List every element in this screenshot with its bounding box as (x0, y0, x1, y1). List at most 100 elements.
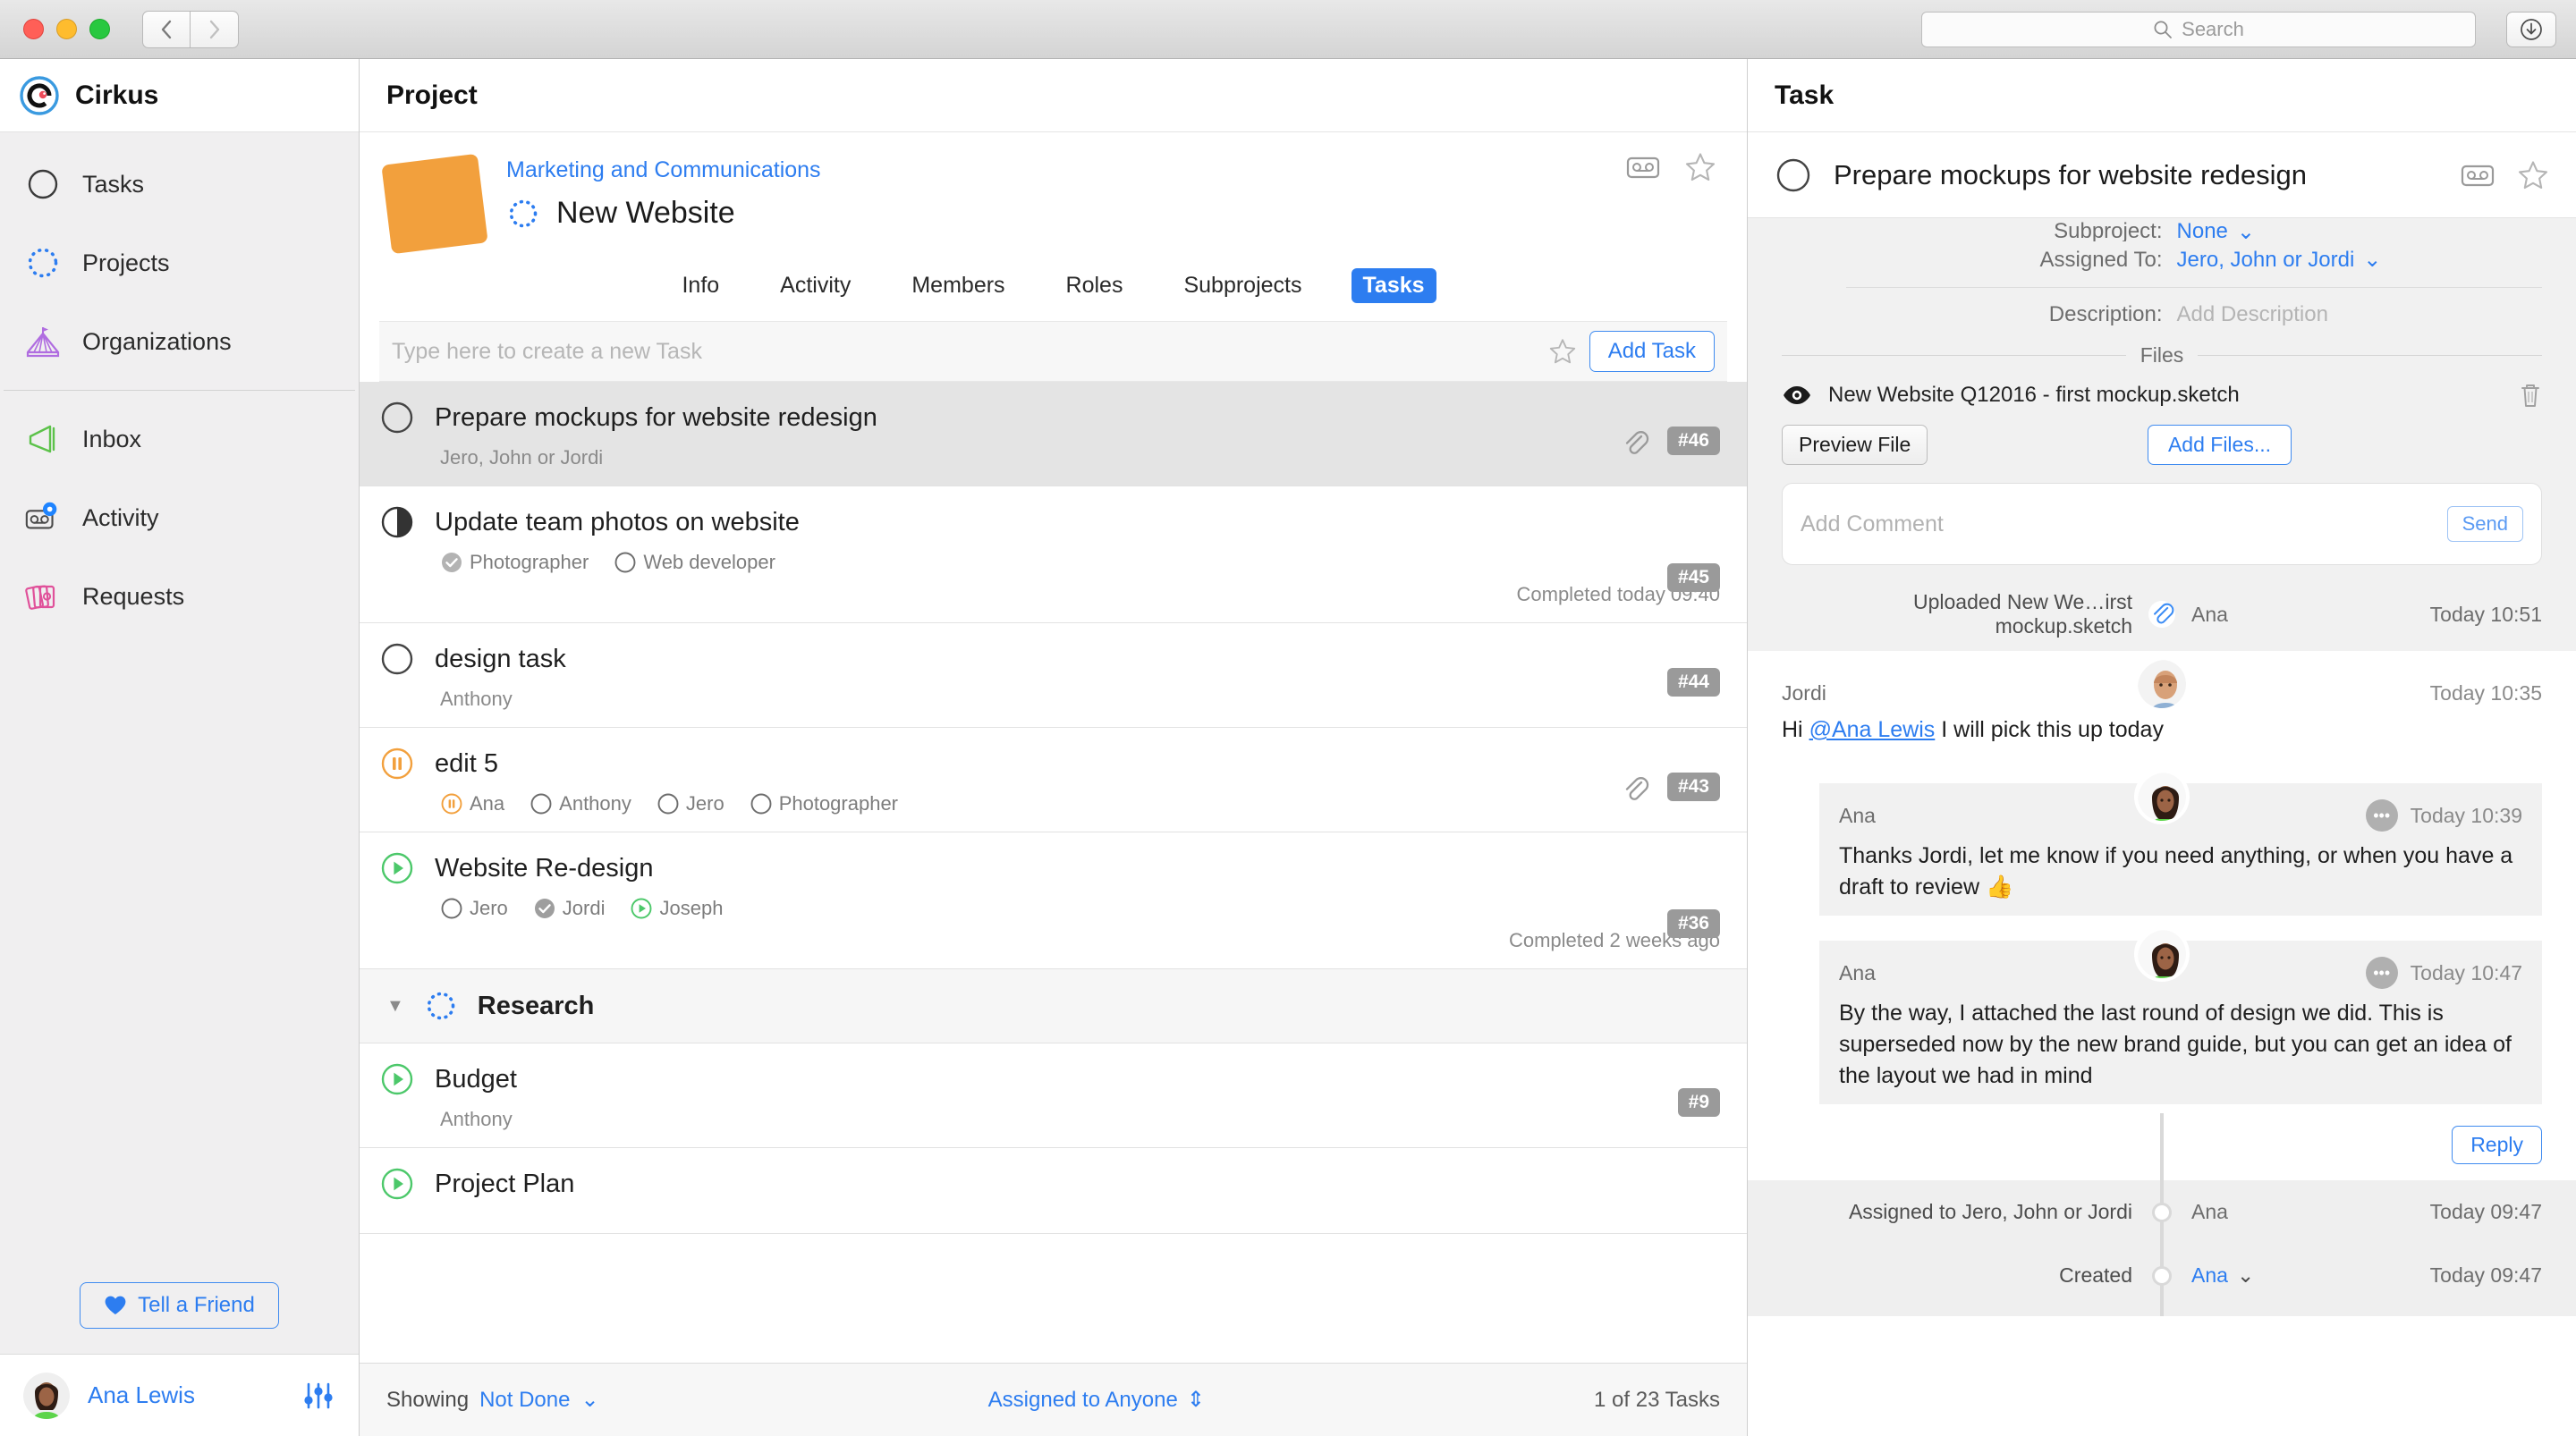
add-task-button[interactable]: Add Task (1589, 331, 1715, 372)
tab-activity[interactable]: Activity (768, 268, 862, 303)
more-options-icon[interactable]: ••• (2365, 799, 2398, 832)
task-main: Website Re-design (379, 850, 1720, 886)
table-row[interactable]: Budget Anthony #9 (360, 1043, 1747, 1148)
project-header-icons (1625, 152, 1716, 182)
reply-button[interactable]: Reply (2452, 1126, 2542, 1164)
role-chip[interactable]: Anthony (530, 792, 631, 815)
heart-icon (104, 1295, 127, 1316)
field-value-text: None (2176, 222, 2228, 241)
add-comment-box[interactable]: Add Comment Send (1782, 483, 2542, 565)
task-status-open-icon[interactable] (379, 641, 415, 677)
tab-subprojects[interactable]: Subprojects (1172, 268, 1313, 303)
file-row[interactable]: New Website Q12016 - first mockup.sketch (1748, 373, 2576, 418)
chevron-down-icon[interactable]: ⌄ (580, 1387, 598, 1413)
role-chip[interactable]: Ana (440, 792, 504, 815)
task-status-open-icon[interactable] (1775, 156, 1812, 194)
paperclip-icon (2147, 601, 2177, 628)
forward-button[interactable] (191, 10, 239, 48)
settings-sliders-icon[interactable] (301, 1381, 335, 1411)
minimize-window-button[interactable] (56, 19, 77, 39)
role-chip[interactable]: Photographer (440, 551, 589, 574)
table-row[interactable]: edit 5 Ana Anthony Jero Photographer #43 (360, 728, 1747, 832)
star-icon[interactable] (2517, 160, 2549, 190)
role-label: Jero (685, 792, 724, 815)
chevron-down-icon[interactable]: ⌄ (2363, 247, 2381, 273)
field-subproject[interactable]: Subproject: None ⌄ (1748, 222, 2576, 241)
table-row[interactable]: Prepare mockups for website redesign Jer… (360, 382, 1747, 486)
preview-file-button[interactable]: Preview File (1782, 425, 1928, 465)
tab-info[interactable]: Info (670, 268, 731, 303)
role-chip[interactable]: Jero (657, 792, 724, 815)
event-author-link[interactable]: Ana ⌄ (2191, 1263, 2254, 1288)
role-chip[interactable]: Joseph (630, 897, 723, 920)
sort-updown-icon[interactable]: ⇕ (1187, 1387, 1205, 1413)
sidebar-item-activity[interactable]: Activity (0, 478, 359, 557)
sidebar-item-inbox[interactable]: Inbox (0, 400, 359, 478)
activity-icon[interactable] (2460, 162, 2496, 189)
task-status-open-icon[interactable] (379, 400, 415, 435)
chevron-down-icon[interactable]: ▼ (386, 996, 404, 1017)
sidebar-item-label: Requests (82, 582, 185, 610)
file-name: New Website Q12016 - first mockup.sketch (1828, 383, 2240, 407)
tab-roles[interactable]: Roles (1055, 268, 1135, 303)
trash-icon[interactable] (2519, 382, 2542, 409)
task-status-running-icon[interactable] (379, 850, 415, 886)
send-comment-button[interactable]: Send (2446, 506, 2523, 542)
task-status-running-icon[interactable] (379, 1061, 415, 1097)
task-group-header[interactable]: ▼ Research (360, 969, 1747, 1043)
task-status-half-icon[interactable] (379, 504, 415, 540)
task-status-paused-icon[interactable] (379, 746, 415, 781)
role-chip[interactable]: Jero (440, 897, 508, 920)
assignee-filter-group[interactable]: Assigned to Anyone ⇕ (599, 1387, 1594, 1413)
mention-link[interactable]: @Ana Lewis (1809, 717, 1936, 742)
field-value[interactable]: Jero, John or Jordi ⌄ (2177, 247, 2382, 273)
task-status-running-icon[interactable] (379, 1166, 415, 1202)
tab-members[interactable]: Members (900, 268, 1016, 303)
activity-icon[interactable] (1625, 154, 1661, 181)
role-label: Jordi (562, 897, 606, 919)
task-detail-scroll[interactable]: Subproject: None ⌄ Assigned To: Jero, Jo… (1748, 218, 2576, 1436)
star-icon[interactable] (1548, 338, 1577, 365)
sidebar-item-projects[interactable]: Projects (0, 224, 359, 302)
comment-input[interactable]: Add Comment (1801, 511, 2435, 537)
table-row[interactable]: Website Re-design Jero Jordi Joseph #36 … (360, 832, 1747, 969)
chevron-down-icon[interactable]: ⌄ (2237, 222, 2255, 241)
search-icon (2153, 20, 2173, 39)
eye-icon[interactable] (1782, 384, 1812, 406)
field-value[interactable]: None ⌄ (2177, 222, 2255, 241)
maximize-window-button[interactable] (89, 19, 110, 39)
more-options-icon[interactable]: ••• (2365, 957, 2398, 989)
project-title-row: New Website (506, 196, 821, 231)
project-org-link[interactable]: Marketing and Communications (506, 157, 821, 183)
sidebar-item-tasks[interactable]: Tasks (0, 145, 359, 224)
field-value-text[interactable]: Add Description (2177, 302, 2328, 327)
task-completed-text: Completed 2 weeks ago (1508, 929, 1720, 951)
role-label: Photographer (778, 792, 899, 815)
add-files-button[interactable]: Add Files... (2147, 425, 2292, 465)
star-icon[interactable] (1684, 152, 1716, 182)
tell-a-friend-wrap: Tell a Friend (0, 1282, 359, 1354)
new-task-input[interactable]: Type here to create a new Task (392, 339, 1536, 365)
assignee-filter-value[interactable]: Assigned to Anyone (988, 1388, 1178, 1413)
cards-icon (23, 579, 63, 613)
sidebar: Cirkus Tasks Projects Organizations Inbo… (0, 59, 360, 1436)
sidebar-item-organizations[interactable]: Organizations (0, 302, 359, 381)
sidebar-item-requests[interactable]: Requests (0, 557, 359, 636)
tell-a-friend-button[interactable]: Tell a Friend (80, 1282, 279, 1329)
role-chip[interactable]: Jordi (533, 897, 606, 920)
search-input[interactable]: Search (1921, 12, 2476, 47)
back-button[interactable] (142, 10, 191, 48)
tab-tasks[interactable]: Tasks (1351, 268, 1436, 303)
chevron-down-icon[interactable]: ⌄ (2237, 1263, 2254, 1288)
table-row[interactable]: Project Plan (360, 1148, 1747, 1234)
sidebar-user-bar[interactable]: Ana Lewis (0, 1354, 359, 1436)
field-description[interactable]: Description: Add Description (1748, 297, 2576, 333)
downloads-button[interactable] (2506, 12, 2556, 47)
close-window-button[interactable] (23, 19, 44, 39)
role-chip[interactable]: Photographer (750, 792, 898, 815)
table-row[interactable]: design task Anthony #44 (360, 623, 1747, 728)
table-row[interactable]: Update team photos on website Photograph… (360, 486, 1747, 623)
role-chip[interactable]: Web developer (614, 551, 775, 574)
field-assigned-to[interactable]: Assigned To: Jero, John or Jordi ⌄ (1748, 241, 2576, 278)
status-filter-value[interactable]: Not Done (479, 1388, 570, 1413)
